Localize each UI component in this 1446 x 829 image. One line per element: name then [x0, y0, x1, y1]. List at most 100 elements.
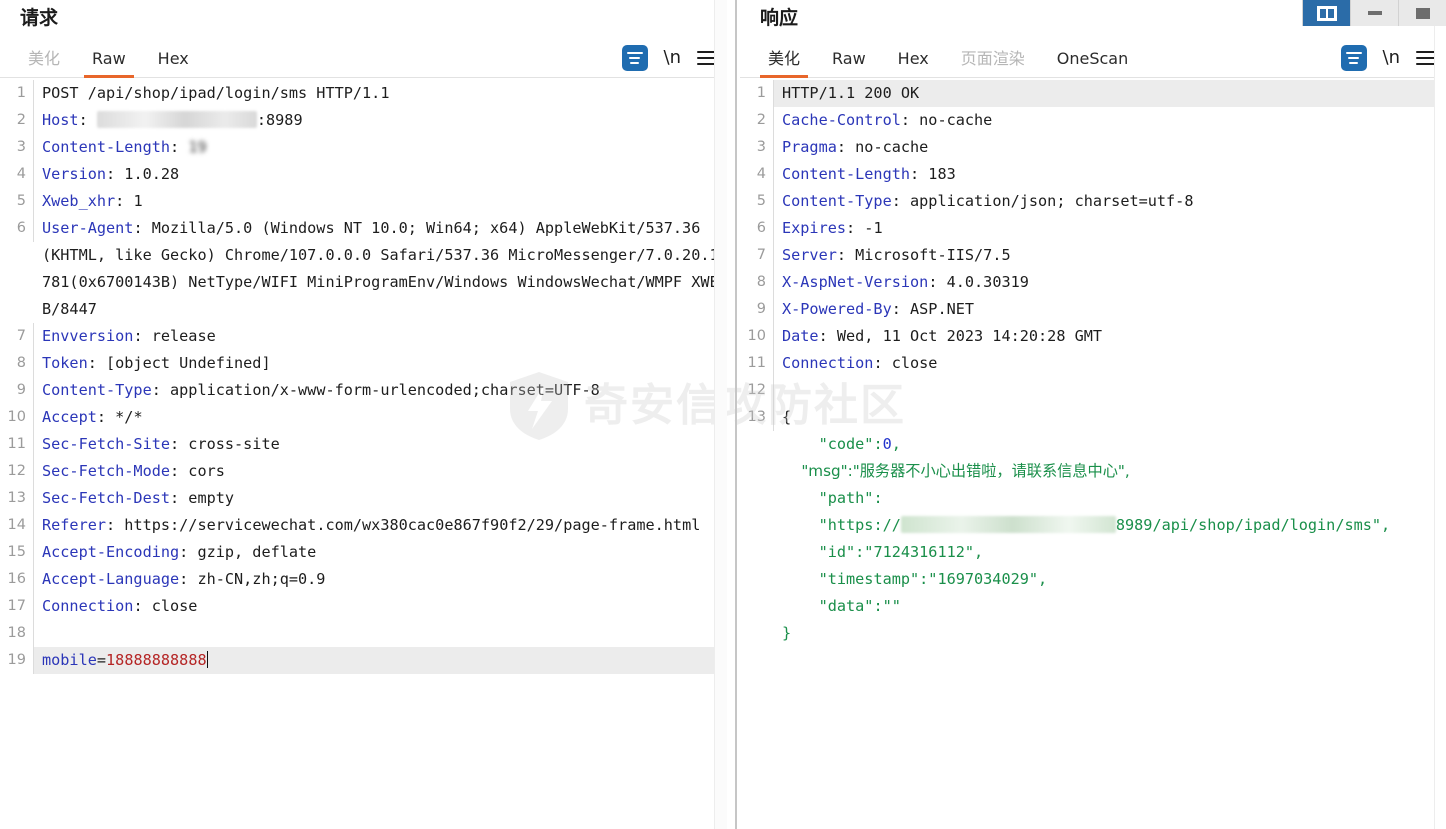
line-number: 3: [0, 134, 34, 161]
code-token: Host: [42, 111, 79, 129]
response-newline-button[interactable]: \n: [1383, 49, 1400, 67]
code-token: : cross-site: [170, 435, 280, 453]
code-token: : cors: [170, 462, 225, 480]
line-content: Accept-Encoding: gzip, deflate: [34, 539, 727, 566]
line-content: Cache-Control: no-cache: [774, 107, 1446, 134]
code-token: : ASP.NET: [891, 300, 975, 318]
request-code-editor[interactable]: 1 POST /api/shop/ipad/login/sms HTTP/1.1 2…: [0, 80, 727, 829]
response-scrollbar[interactable]: [1434, 0, 1446, 829]
line-content: Date: Wed, 11 Oct 2023 14:20:28 GMT: [774, 323, 1446, 350]
code-token: Accept: [42, 408, 97, 426]
code-token: Content-Type: [782, 192, 892, 210]
line-content: }: [774, 620, 1446, 647]
response-tab-actions: \n: [1340, 45, 1436, 71]
line-content: Accept-Language: zh-CN,zh;q=0.9: [34, 566, 727, 593]
response-code-line: 2 Cache-Control: no-cache: [740, 107, 1446, 134]
code-token: : application/json; charset=utf-8: [891, 192, 1194, 210]
code-token: : Microsoft-IIS/7.5: [836, 246, 1011, 264]
request-code-line: 7 Envversion: release: [0, 323, 727, 350]
line-content: "https:// 8989/api/shop/ipad/login/sms",: [774, 512, 1446, 539]
pane-divider[interactable]: [735, 0, 737, 829]
response-tab-4[interactable]: OneScan: [1041, 48, 1144, 78]
code-token: "code":: [782, 435, 883, 453]
line-content: Content-Length: 19: [34, 134, 727, 161]
line-content: [774, 377, 1446, 404]
redacted-value: [96, 111, 257, 128]
response-word-wrap-button[interactable]: [1340, 45, 1367, 71]
request-tab-1[interactable]: Raw: [76, 48, 142, 78]
line-content: Pragma: no-cache: [774, 134, 1446, 161]
line-number: 16: [0, 566, 34, 593]
response-code-line: 13 {: [740, 404, 1446, 431]
code-token: Date: [782, 327, 819, 345]
response-tab-0[interactable]: 美化: [752, 48, 816, 78]
burp-repeater-window: 奇安信攻防社区 请求 美化 Raw Hex \n 1 POST /api/sho…: [0, 0, 1446, 829]
line-number: 15: [0, 539, 34, 566]
request-code-line: 6 User-Agent: Mozilla/5.0 (Windows NT 10.…: [0, 215, 727, 323]
request-tabbar: 美化 Raw Hex \n: [0, 38, 727, 78]
line-content: Expires: -1: [774, 215, 1446, 242]
code-token: Sec-Fetch-Dest: [42, 489, 171, 507]
code-token: Connection: [42, 597, 134, 615]
code-token: : gzip, deflate: [179, 543, 317, 561]
code-token: X-AspNet-Version: [782, 273, 929, 291]
maximize-button[interactable]: [1398, 0, 1446, 26]
code-token: ,: [891, 435, 901, 453]
line-content: Content-Type: application/json; charset=…: [774, 188, 1446, 215]
line-content: "data":"": [774, 593, 1446, 620]
request-tab-actions: \n: [621, 45, 717, 71]
minimize-button[interactable]: [1350, 0, 1398, 26]
response-code-editor[interactable]: 1 HTTP/1.1 200 OK 2 Cache-Control: no-cache…: [740, 80, 1446, 829]
split-layout-button[interactable]: [1302, 0, 1350, 26]
request-code-line: 19 mobile=18888888888: [0, 647, 727, 674]
code-token: : Wed, 11 Oct 2023 14:20:28 GMT: [818, 327, 1103, 345]
code-token: : https://servicewechat.com/wx380cac0e86…: [106, 516, 701, 534]
code-token: }: [782, 624, 792, 642]
code-token: Referer: [42, 516, 107, 534]
request-tabs: 美化 Raw Hex: [0, 38, 727, 78]
request-code-line: 17 Connection: close: [0, 593, 727, 620]
line-number: 3: [740, 134, 774, 161]
request-pane: 请求 美化 Raw Hex \n 1 POST /api/shop/ipad/logi…: [0, 0, 727, 829]
response-tabbar: 美化 Raw Hex 页面渲染 OneScan \n: [740, 38, 1446, 78]
request-tab-0[interactable]: 美化: [12, 48, 76, 78]
request-word-wrap-button[interactable]: [621, 45, 648, 71]
request-scrollbar[interactable]: [714, 0, 727, 829]
line-content: POST /api/shop/ipad/login/sms HTTP/1.1: [34, 80, 727, 107]
code-token: "id":"7124316112",: [782, 543, 984, 561]
request-code-line: 8 Token: [object Undefined]: [0, 350, 727, 377]
line-content: HTTP/1.1 200 OK: [774, 80, 1446, 107]
split-layout-icon: [1316, 5, 1337, 21]
code-token: : [object Undefined]: [87, 354, 271, 372]
code-token: : 183: [910, 165, 956, 183]
request-newline-button[interactable]: \n: [664, 49, 681, 67]
code-token: : close: [873, 354, 938, 372]
line-content: User-Agent: Mozilla/5.0 (Windows NT 10.0…: [34, 215, 727, 323]
code-token: Server: [782, 246, 837, 264]
maximize-icon: [1415, 7, 1430, 19]
code-token: Accept-Language: [42, 570, 180, 588]
line-number: 5: [740, 188, 774, 215]
response-code-line: 7 Server: Microsoft-IIS/7.5: [740, 242, 1446, 269]
response-code-line: "msg":"服务器不小心出错啦，请联系信息中心",: [740, 458, 1446, 485]
request-tab-2[interactable]: Hex: [142, 48, 205, 78]
response-code-line: 10 Date: Wed, 11 Oct 2023 14:20:28 GMT: [740, 323, 1446, 350]
response-code-line: 4 Content-Length: 183: [740, 161, 1446, 188]
response-tab-1[interactable]: Raw: [816, 48, 882, 78]
line-number: 10: [740, 323, 774, 350]
request-code-line: 10 Accept: */*: [0, 404, 727, 431]
line-content: "timestamp":"1697034029",: [774, 566, 1446, 593]
code-token: Accept-Encoding: [42, 543, 180, 561]
line-content: mobile=18888888888: [34, 647, 727, 674]
response-tab-3[interactable]: 页面渲染: [945, 48, 1041, 78]
line-content: Accept: */*: [34, 404, 727, 431]
response-code-line: 8 X-AspNet-Version: 4.0.30319: [740, 269, 1446, 296]
code-token: : 1: [115, 192, 143, 210]
line-number: 6: [740, 215, 774, 242]
line-content: "path":: [774, 485, 1446, 512]
line-number: 11: [740, 350, 774, 377]
response-tab-2[interactable]: Hex: [882, 48, 945, 78]
response-menu-button[interactable]: [1416, 51, 1436, 65]
response-code-line: "id":"7124316112",: [740, 539, 1446, 566]
line-number: 12: [740, 377, 774, 404]
